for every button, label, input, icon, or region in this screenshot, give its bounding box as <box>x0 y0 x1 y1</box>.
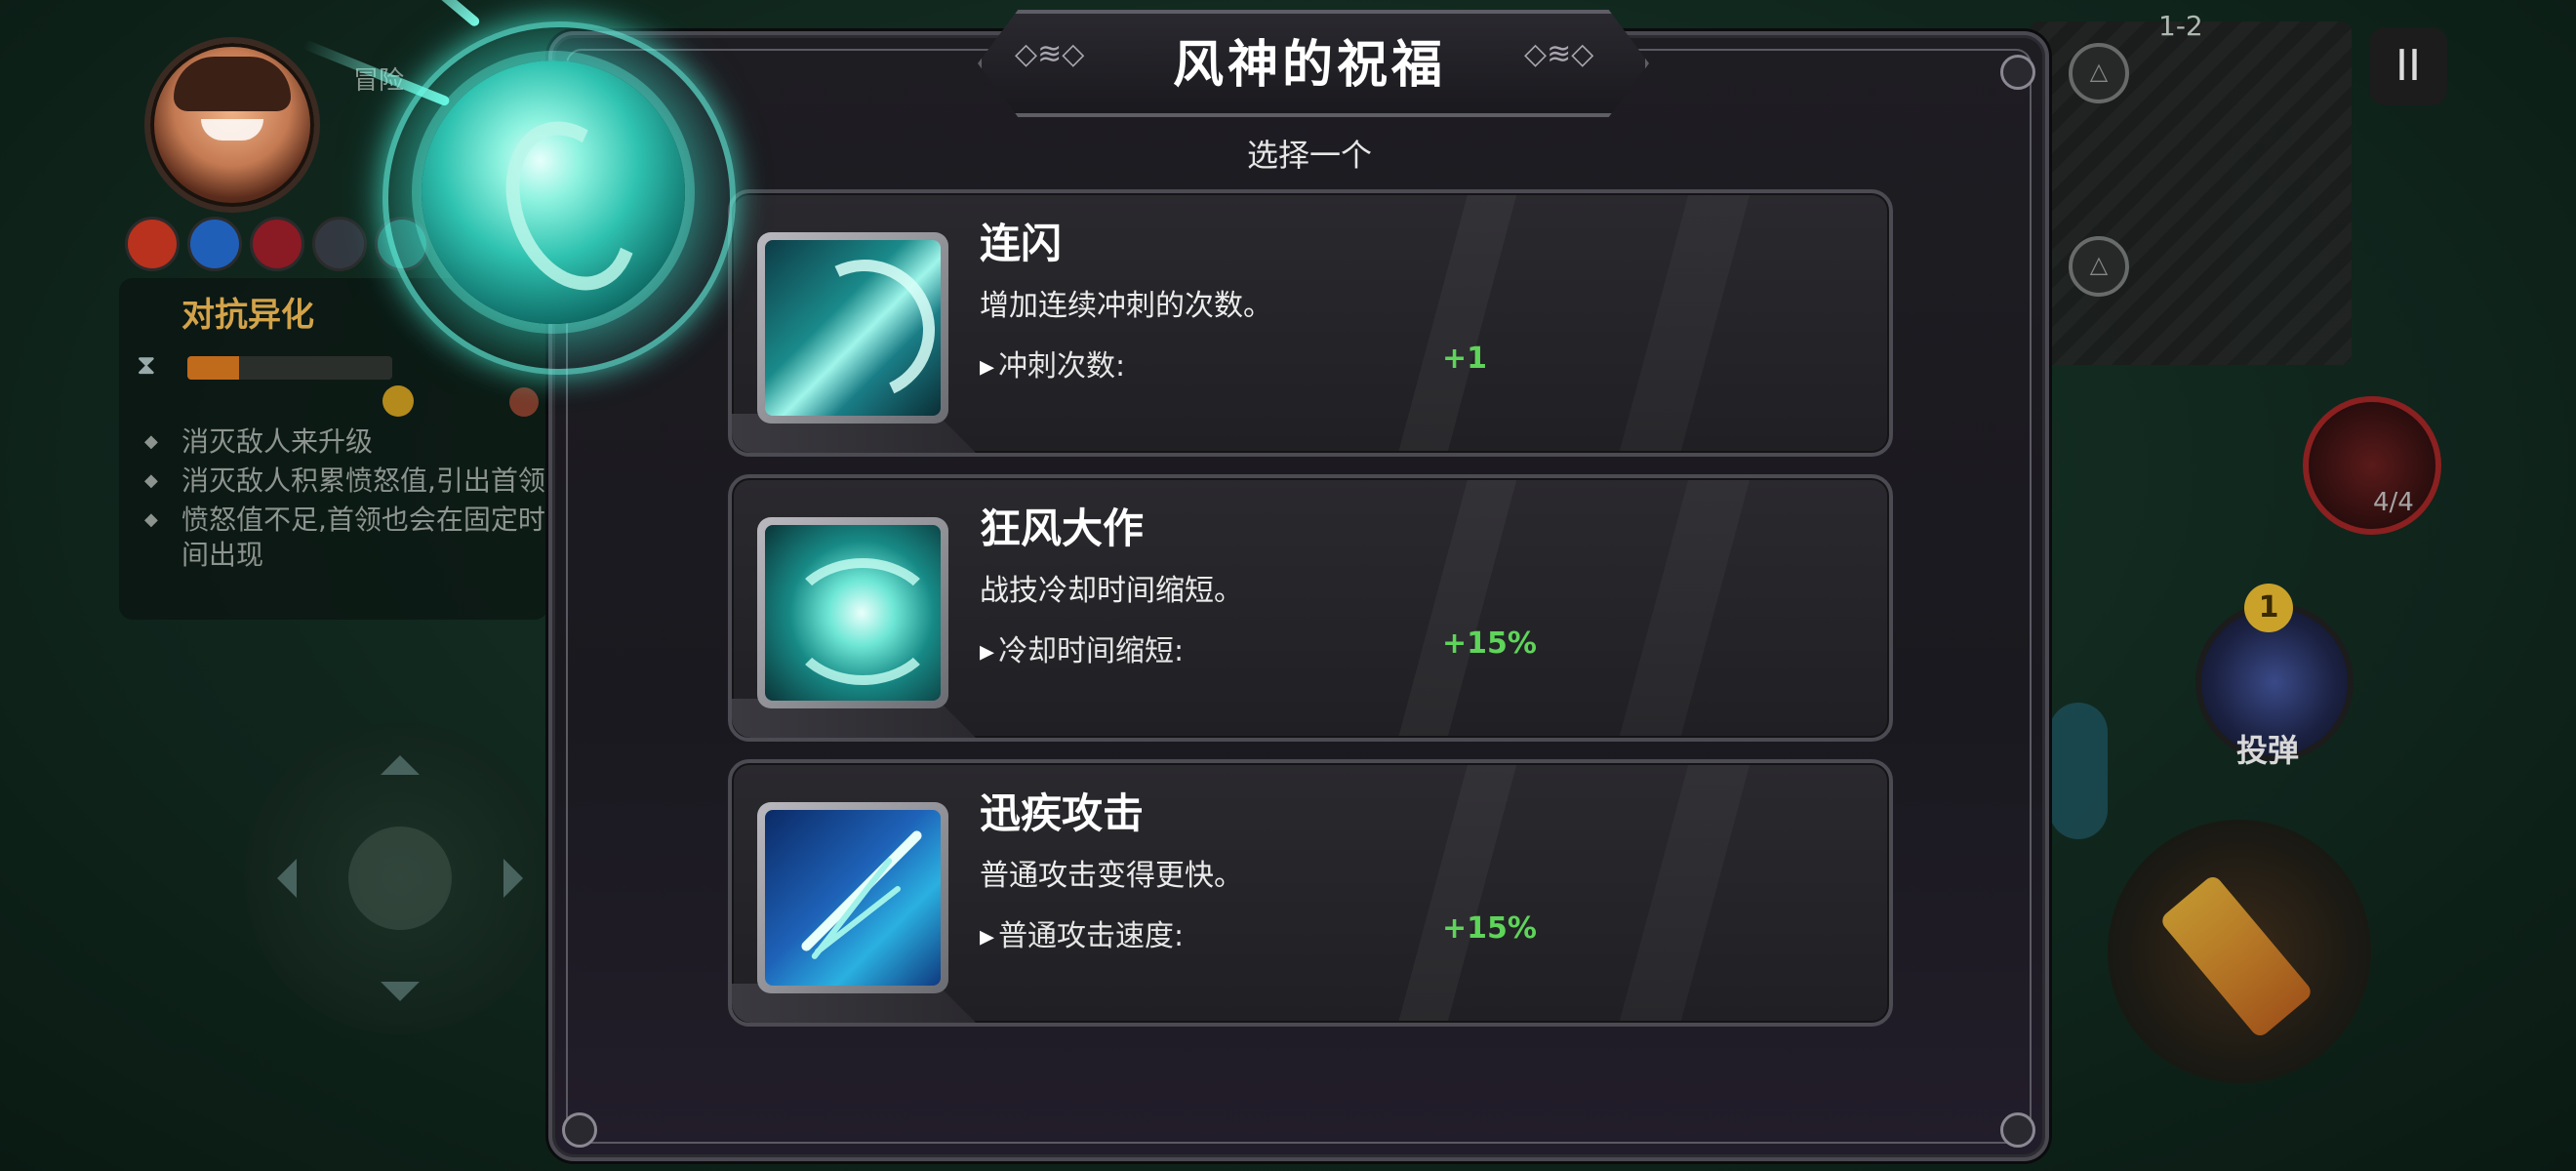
card-name: 狂风大作 <box>980 505 1145 552</box>
swift-strike-icon <box>765 810 941 986</box>
rage-progress-fill <box>187 356 239 380</box>
rage-progress-bar <box>187 356 392 380</box>
card-name: 迅疾攻击 <box>980 789 1145 837</box>
card-stat-label: 普通攻击速度: <box>980 911 1184 954</box>
bomb-label: 投弹 <box>2236 732 2300 769</box>
modal-title: 风神的祝福 <box>1172 36 1446 95</box>
stage-level: 1-2 <box>2158 10 2203 42</box>
corner-ornament <box>562 1112 597 1148</box>
light-ray <box>392 0 482 28</box>
boss-icon <box>509 387 539 417</box>
card-icon-frame <box>757 517 948 708</box>
corner-ornament <box>2000 55 2035 90</box>
objective-item: 消灭敌人来升级 <box>141 424 550 460</box>
card-stat-label: 冷却时间缩短: <box>980 626 1184 669</box>
card-stat-value: +1 <box>1442 342 1488 376</box>
objective-item: 愤怒值不足,首领也会在固定时间出现 <box>141 503 550 573</box>
sword-icon <box>2158 872 2314 1040</box>
shadow-buff-icon <box>312 217 367 271</box>
blessing-card-dash[interactable]: 连闪 增加连续冲刺的次数。 冲刺次数: +1 <box>728 189 1893 457</box>
minimap[interactable]: 1-2 △ △ <box>2030 10 2352 365</box>
blessing-card-whirlwind[interactable]: 狂风大作 战技冷却时间缩短。 冷却时间缩短: +15% <box>728 474 1893 742</box>
card-description: 战技冷却时间缩短。 <box>980 574 1243 608</box>
mission-objectives: 消灭敌人来升级 消灭敌人积累愤怒值,引出首领 愤怒值不足,首领也会在固定时间出现 <box>141 424 550 577</box>
card-stat-label: 冲刺次数: <box>980 342 1125 384</box>
card-description: 增加连续冲刺的次数。 <box>980 289 1272 323</box>
player-avatar[interactable] <box>144 37 320 213</box>
avatar-hair <box>174 57 291 111</box>
pause-button[interactable]: II <box>2369 27 2447 105</box>
card-stat-value: +15% <box>1442 626 1537 661</box>
mission-title: 对抗异化 <box>181 296 314 335</box>
card-icon-frame <box>757 802 948 993</box>
waypoint-icon: △ <box>2069 236 2129 297</box>
blood-buff-icon <box>250 217 304 271</box>
wind-god-orb-icon <box>422 61 685 324</box>
whirlwind-icon <box>765 525 941 701</box>
dash-icon <box>765 240 941 416</box>
card-icon-frame <box>757 232 948 424</box>
joystick-right-arrow-icon <box>503 859 543 898</box>
skull-icon <box>382 385 414 417</box>
potion-button[interactable] <box>2303 396 2441 535</box>
joystick-left-arrow-icon <box>258 859 297 898</box>
joystick-down-arrow-icon <box>381 982 420 1021</box>
card-name: 连闪 <box>980 220 1063 267</box>
background-orb <box>2049 703 2108 839</box>
hourglass-icon: ⧗ <box>137 348 156 381</box>
bomb-level-badge: 1 <box>2244 584 2293 632</box>
wind-swirl-icon <box>483 102 661 309</box>
modal-subtitle: 选择一个 <box>1246 137 1372 174</box>
blessing-card-swift-strike[interactable]: 迅疾攻击 普通攻击变得更快。 普通攻击速度: +15% <box>728 759 1893 1027</box>
potion-count: 4/4 <box>2373 488 2414 517</box>
avatar-smile <box>201 119 263 141</box>
water-buff-icon <box>187 217 242 271</box>
waypoint-icon: △ <box>2069 43 2129 103</box>
attack-button[interactable] <box>2108 820 2371 1083</box>
card-stat-value: +15% <box>1442 911 1537 946</box>
movement-joystick[interactable] <box>244 722 556 1034</box>
joystick-knob[interactable] <box>348 827 452 930</box>
objective-item: 消灭敌人积累愤怒值,引出首领 <box>141 464 550 499</box>
joystick-up-arrow-icon <box>381 736 420 775</box>
fire-buff-icon <box>125 217 180 271</box>
card-description: 普通攻击变得更快。 <box>980 859 1243 893</box>
corner-ornament <box>2000 1112 2035 1148</box>
